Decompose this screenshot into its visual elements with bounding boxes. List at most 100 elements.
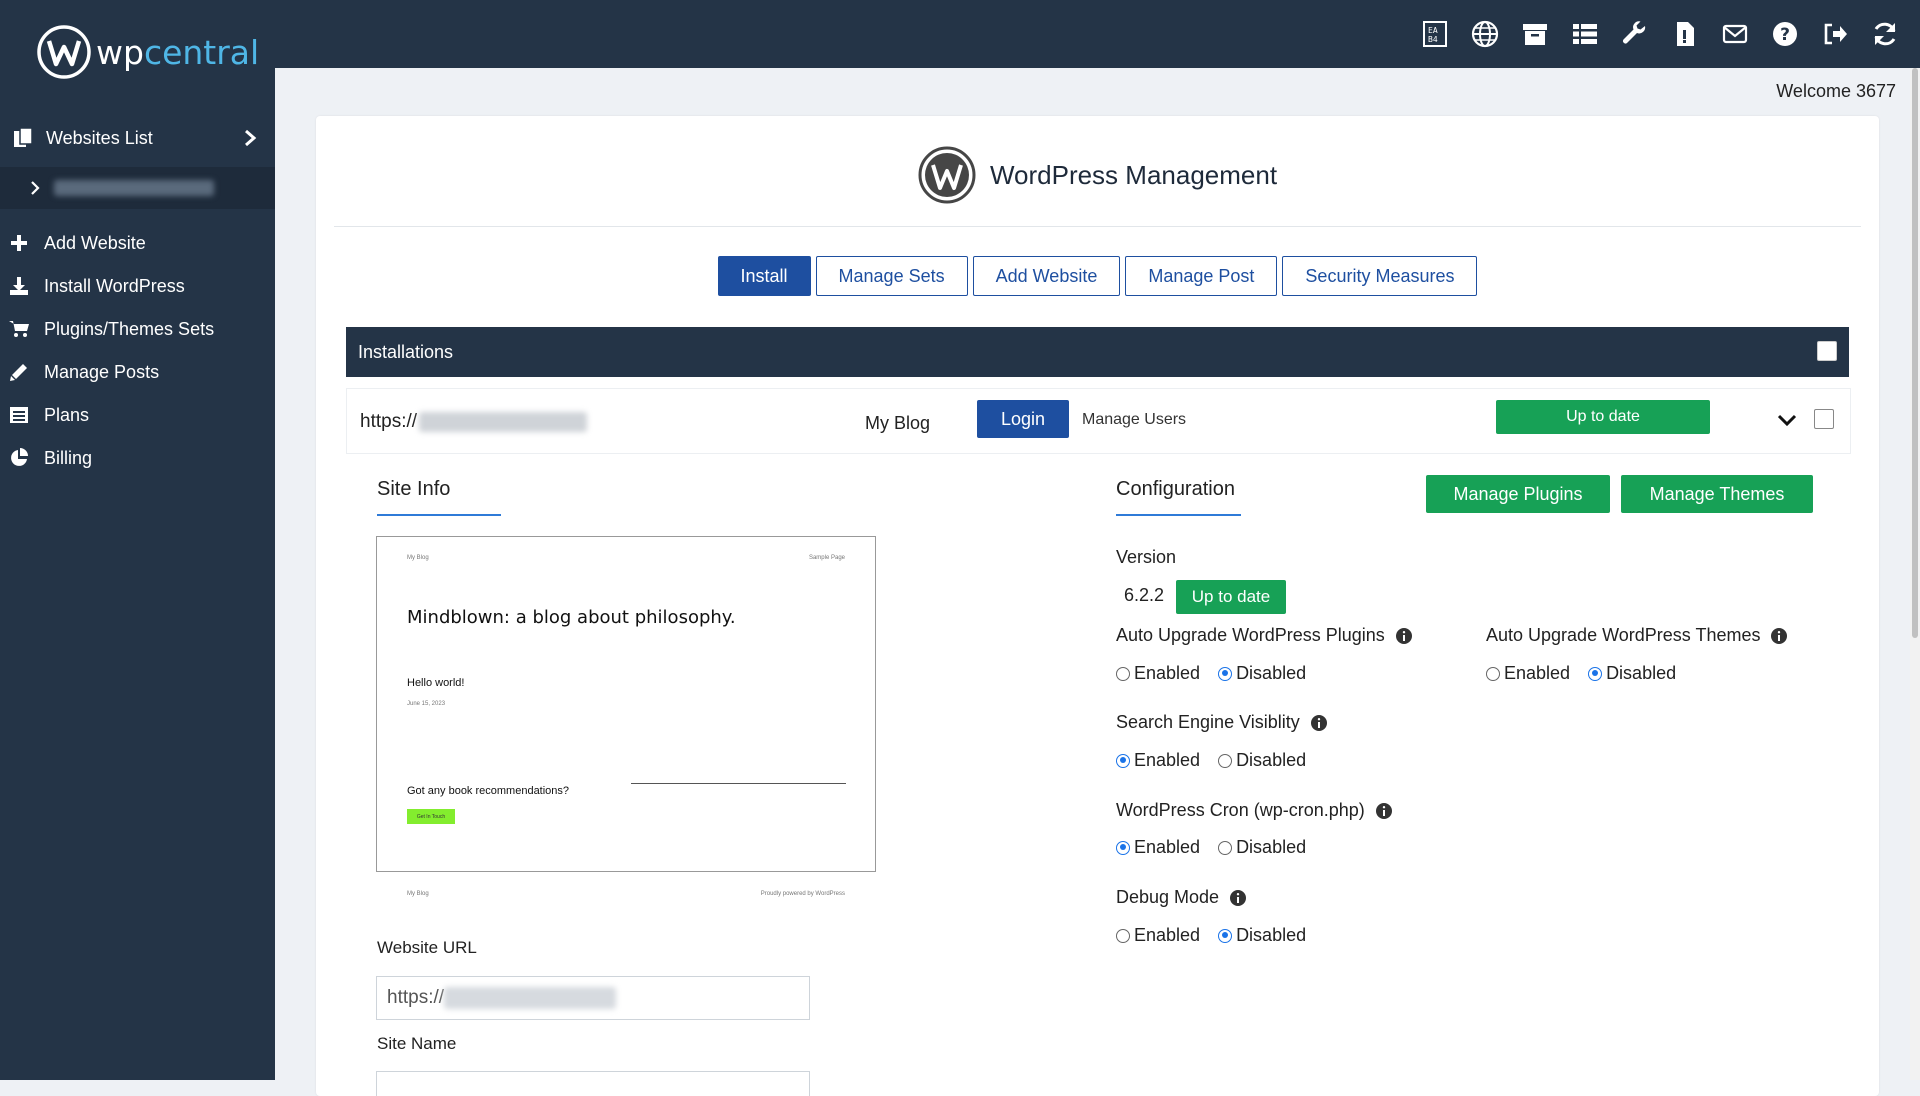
radio-label: Disabled bbox=[1606, 663, 1677, 683]
help-icon[interactable]: ? bbox=[1760, 0, 1810, 68]
auto-plugins-disabled-option[interactable]: Disabled bbox=[1218, 663, 1306, 684]
sidebar-item-plugins-themes-sets[interactable]: Plugins/Themes Sets bbox=[0, 310, 275, 348]
preview-nav-link: Sample Page bbox=[808, 555, 845, 561]
wpcentral-logo[interactable]: wpcentral bbox=[36, 24, 259, 80]
tab-add-website[interactable]: Add Website bbox=[972, 256, 1121, 296]
sidebar-item-install-wordpress[interactable]: Install WordPress bbox=[0, 267, 275, 305]
radio-button[interactable] bbox=[1486, 666, 1500, 681]
search-engine-enabled-option[interactable]: Enabled bbox=[1116, 750, 1200, 771]
redacted-url bbox=[419, 412, 588, 432]
cron-label-text: WordPress Cron (wp-cron.php) bbox=[1116, 800, 1365, 820]
radio-label: Disabled bbox=[1236, 837, 1307, 857]
cron-disabled-option[interactable]: Disabled bbox=[1218, 837, 1306, 858]
info-icon[interactable] bbox=[1770, 627, 1788, 645]
auto-themes-label: Auto Upgrade WordPress Themes bbox=[1486, 625, 1788, 646]
scrollbar-thumb[interactable] bbox=[1912, 68, 1918, 638]
logout-icon[interactable] bbox=[1810, 0, 1860, 68]
sidebar-item-manage-posts[interactable]: Manage Posts bbox=[0, 353, 275, 391]
cron-radio-group: Enabled Disabled bbox=[1116, 837, 1324, 858]
sidebar-item-label: Plans bbox=[44, 404, 90, 425]
auto-themes-enabled-option[interactable]: Enabled bbox=[1486, 663, 1570, 684]
sidebar: wpcentral Websites List Add Website Inst… bbox=[0, 0, 275, 1080]
website-url-input[interactable]: https:// bbox=[376, 976, 810, 1020]
installation-checkbox[interactable] bbox=[1814, 409, 1834, 429]
site-name-input[interactable] bbox=[376, 1071, 810, 1096]
radio-label: Enabled bbox=[1134, 750, 1201, 770]
file-icon[interactable] bbox=[1660, 0, 1710, 68]
radio-button[interactable] bbox=[1116, 666, 1130, 681]
chevron-down-icon[interactable] bbox=[1777, 413, 1797, 427]
chevron-right-icon bbox=[31, 181, 40, 195]
radio-button[interactable] bbox=[1218, 840, 1233, 855]
sidebar-item-billing[interactable]: Billing bbox=[0, 439, 275, 477]
debug-enabled-option[interactable]: Enabled bbox=[1116, 925, 1200, 946]
wrench-icon[interactable] bbox=[1610, 0, 1660, 68]
status-up-to-date-button[interactable]: Up to date bbox=[1496, 400, 1710, 434]
search-engine-radio-group: Enabled Disabled bbox=[1116, 750, 1324, 771]
radio-button[interactable] bbox=[1116, 928, 1130, 943]
version-status-button[interactable]: Up to date bbox=[1176, 580, 1286, 614]
website-url-value: https:// bbox=[387, 987, 445, 1008]
configuration-heading[interactable]: Configuration bbox=[1116, 478, 1235, 501]
info-icon[interactable] bbox=[1375, 802, 1393, 820]
sidebar-website-entry[interactable] bbox=[0, 167, 275, 209]
preview-footer-title: My Blog bbox=[407, 891, 429, 897]
radio-button-selected[interactable] bbox=[1116, 753, 1130, 768]
installation-url-prefix: https:// bbox=[360, 411, 418, 432]
ea-logo-icon[interactable]: EA B4 bbox=[1410, 0, 1460, 68]
cron-enabled-option[interactable]: Enabled bbox=[1116, 837, 1200, 858]
tab-manage-post[interactable]: Manage Post bbox=[1125, 256, 1278, 296]
login-button[interactable]: Login bbox=[977, 400, 1069, 438]
mail-icon[interactable] bbox=[1710, 0, 1760, 68]
download-icon bbox=[8, 276, 30, 296]
sidebar-websites-list[interactable]: Websites List bbox=[0, 118, 275, 158]
sidebar-item-label: Plugins/Themes Sets bbox=[44, 318, 215, 339]
tab-security-measures[interactable]: Security Measures bbox=[1282, 256, 1478, 296]
debug-disabled-option[interactable]: Disabled bbox=[1218, 925, 1306, 946]
configuration-underline bbox=[1116, 514, 1241, 516]
radio-button-selected[interactable] bbox=[1116, 840, 1130, 855]
logo-word-wp: wp bbox=[96, 32, 144, 72]
radio-button-selected[interactable] bbox=[1218, 666, 1233, 681]
installation-site-name: My Blog bbox=[865, 413, 931, 433]
info-icon[interactable] bbox=[1229, 889, 1247, 907]
auto-plugins-enabled-option[interactable]: Enabled bbox=[1116, 663, 1200, 684]
globe-icon[interactable] bbox=[1460, 0, 1510, 68]
installation-url[interactable]: https:// bbox=[360, 411, 588, 433]
manage-users-link[interactable]: Manage Users bbox=[1082, 411, 1186, 429]
debug-label: Debug Mode bbox=[1116, 887, 1247, 908]
archive-icon[interactable] bbox=[1510, 0, 1560, 68]
chevron-right-icon bbox=[245, 129, 257, 147]
page-scrollbar[interactable] bbox=[1910, 68, 1920, 1080]
manage-plugins-button[interactable]: Manage Plugins bbox=[1426, 475, 1610, 513]
title-divider bbox=[334, 226, 1861, 227]
info-icon[interactable] bbox=[1395, 627, 1413, 645]
radio-label: Enabled bbox=[1134, 925, 1201, 945]
auto-themes-radio-group: Enabled Disabled bbox=[1486, 663, 1694, 684]
welcome-text: Welcome 3677 bbox=[1776, 81, 1896, 101]
site-info-heading[interactable]: Site Info bbox=[377, 478, 450, 501]
sidebar-item-plans[interactable]: Plans bbox=[0, 396, 275, 434]
preview-post-title: Hello world! bbox=[407, 677, 465, 689]
site-preview: My Blog Sample Page Mindblown: a blog ab… bbox=[376, 536, 876, 897]
svg-text:B4: B4 bbox=[1428, 35, 1438, 44]
select-all-checkbox[interactable] bbox=[1817, 341, 1837, 361]
auto-themes-disabled-option[interactable]: Disabled bbox=[1588, 663, 1676, 684]
auto-plugins-label: Auto Upgrade WordPress Plugins bbox=[1116, 625, 1413, 646]
tab-manage-sets[interactable]: Manage Sets bbox=[815, 256, 968, 296]
refresh-icon[interactable] bbox=[1860, 0, 1910, 68]
radio-button-selected[interactable] bbox=[1218, 928, 1233, 943]
installations-header: Installations bbox=[346, 327, 1849, 377]
list-icon[interactable] bbox=[1560, 0, 1610, 68]
preview-post-date: June 15, 2023 bbox=[407, 701, 446, 707]
search-engine-disabled-option[interactable]: Disabled bbox=[1218, 750, 1306, 771]
radio-button[interactable] bbox=[1218, 753, 1233, 768]
pie-chart-icon bbox=[8, 448, 30, 468]
plus-icon bbox=[8, 233, 30, 253]
info-icon[interactable] bbox=[1310, 714, 1328, 732]
tab-install[interactable]: Install bbox=[717, 256, 811, 296]
manage-themes-button[interactable]: Manage Themes bbox=[1621, 475, 1813, 513]
page-title: WordPress Management bbox=[989, 159, 1278, 190]
radio-button-selected[interactable] bbox=[1588, 666, 1603, 681]
sidebar-item-add-website[interactable]: Add Website bbox=[0, 224, 275, 262]
